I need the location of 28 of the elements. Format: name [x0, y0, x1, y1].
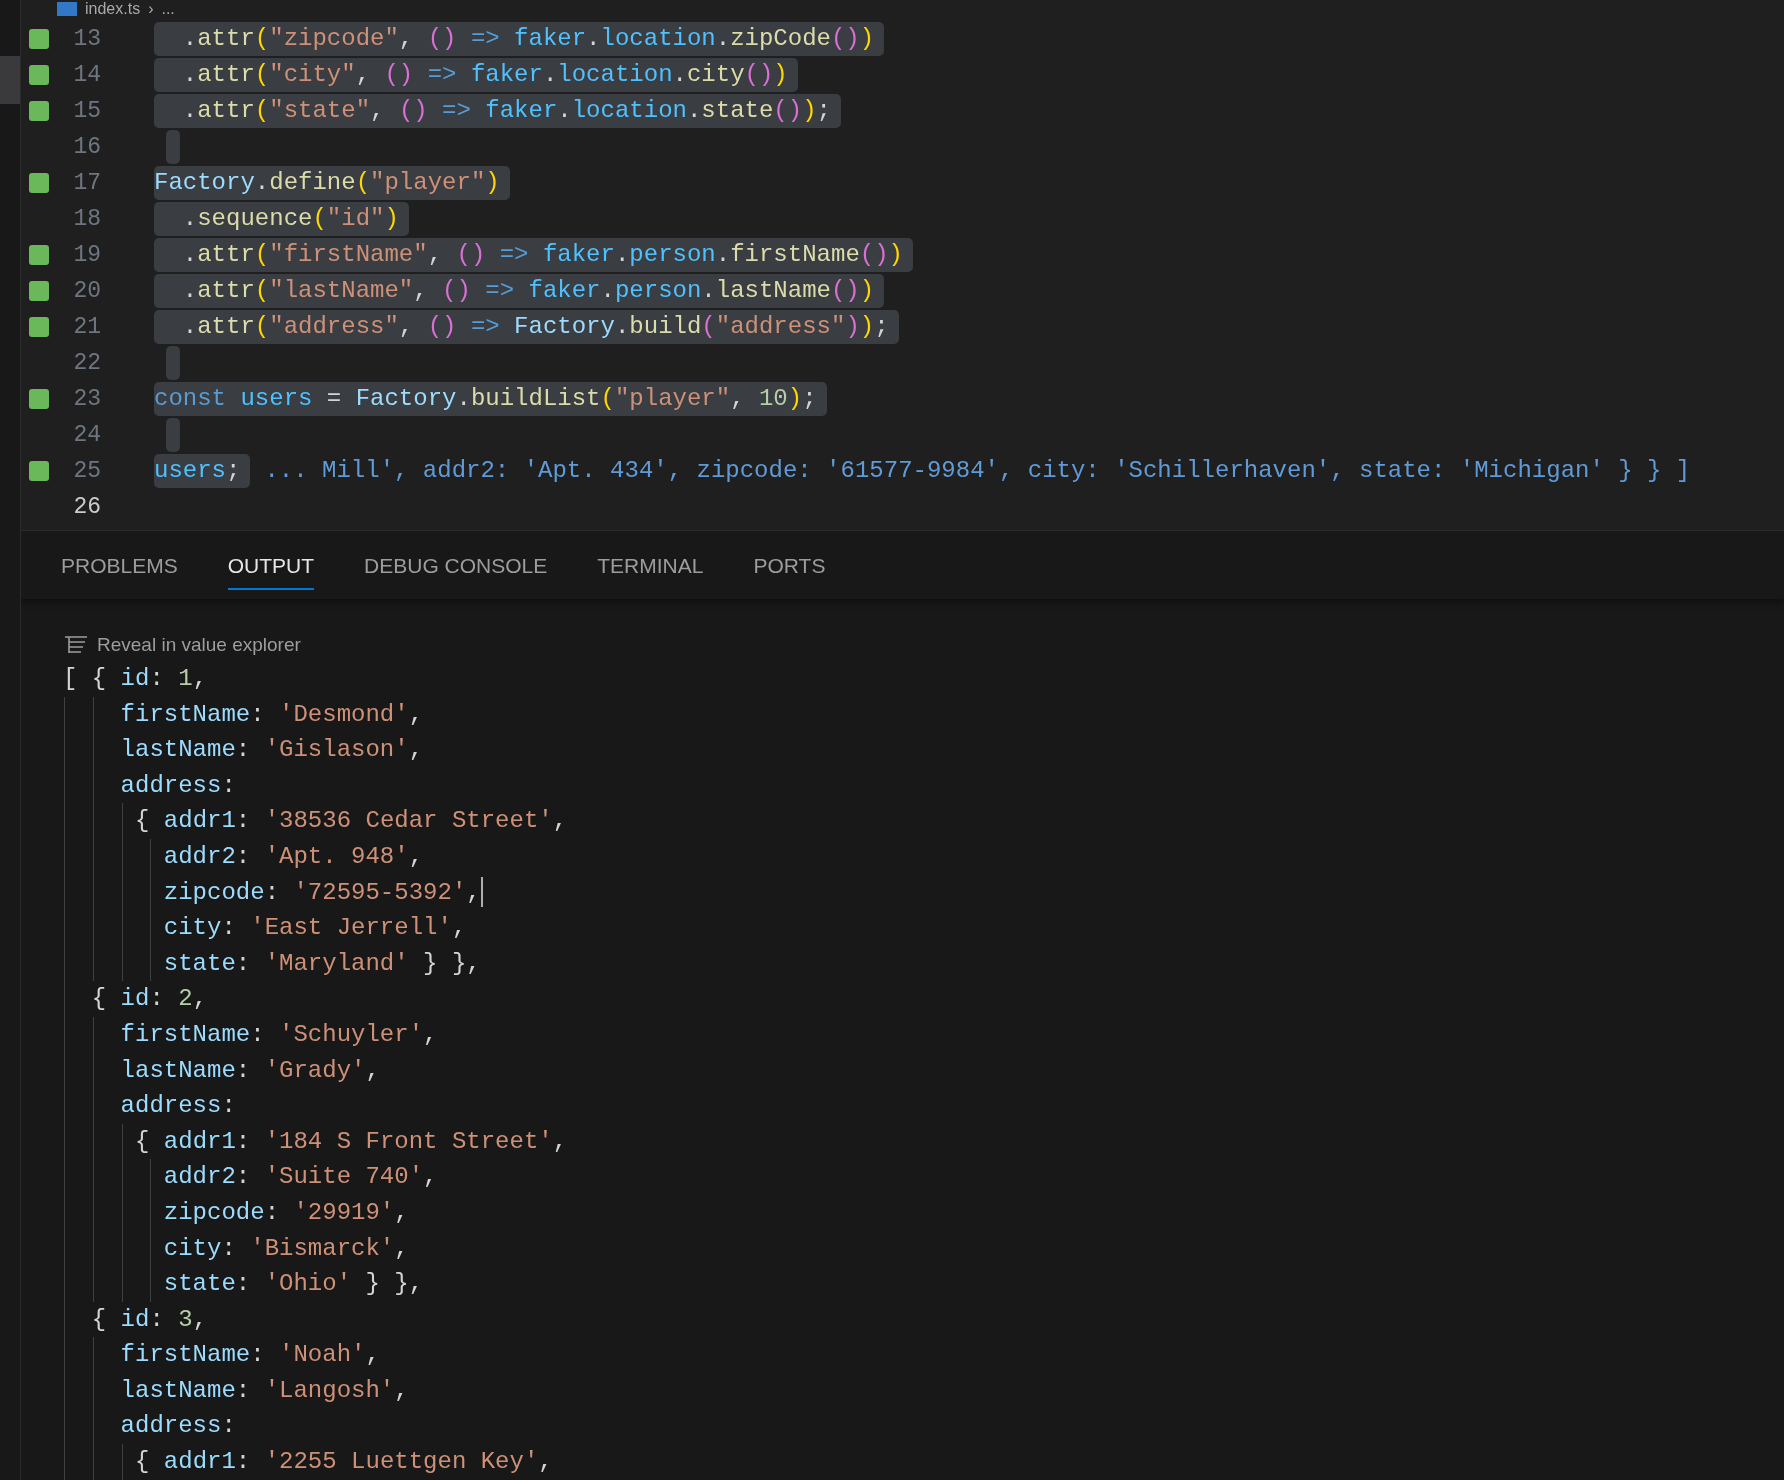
line-number: 21: [72, 312, 101, 342]
line-number: 16: [72, 132, 101, 162]
line-number: 13: [72, 24, 101, 54]
line-number: 18: [72, 204, 101, 234]
activity-bar-indicator: [0, 56, 20, 104]
line-number: 23: [72, 384, 101, 414]
line-number: 20: [72, 276, 101, 306]
breadcrumb-item[interactable]: index.ts: [85, 0, 141, 18]
inline-result: ... Mill', addr2: 'Apt. 434', zipcode: '61577-9984', city: 'Schillerhaven', state: 'Michigan' } } ]: [264, 456, 1691, 486]
line-number: 14: [72, 60, 101, 90]
reveal-link[interactable]: Reveal in value explorer: [97, 630, 301, 660]
output-line: [ { id: 1,: [63, 664, 209, 694]
typescript-file-icon: [57, 2, 77, 16]
line-number: 22: [72, 348, 101, 378]
panel-tab[interactable]: PORTS: [753, 540, 826, 590]
panel-tab[interactable]: TERMINAL: [597, 540, 704, 590]
line-number: 24: [72, 420, 101, 450]
line-number: 15: [72, 96, 101, 126]
line-number: 19: [72, 240, 101, 270]
line-number: 25: [72, 456, 101, 486]
panel-tab[interactable]: PROBLEMS: [61, 540, 178, 590]
line-number: 26: [72, 492, 101, 522]
breadcrumb-item[interactable]: ...: [161, 0, 175, 18]
line-number: 17: [72, 168, 101, 198]
panel-tab[interactable]: DEBUG CONSOLE: [364, 540, 548, 590]
breadcrumb-separator: ›: [148, 0, 154, 18]
panel-tab[interactable]: OUTPUT: [227, 540, 315, 590]
list-tree-icon[interactable]: [63, 634, 89, 656]
